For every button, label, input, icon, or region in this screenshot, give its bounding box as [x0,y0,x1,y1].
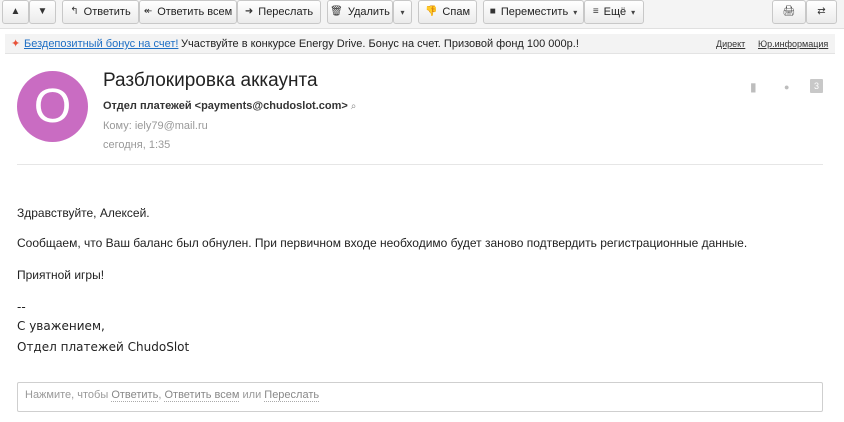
thumbs-down-icon: 👎 [424,6,438,17]
quick-forward-link[interactable]: Переслать [264,389,320,402]
sender-avatar[interactable]: О [17,71,88,142]
reply-all-button-label: Ответить всем [157,6,233,18]
signature-dept: Отдел платежей ChudoSlot [17,340,190,354]
delete-options-dropdown[interactable]: ▾ [393,0,412,24]
forward-button[interactable]: ➜ Переслать [237,0,321,24]
ad-link[interactable]: Бездепозитный бонус на счет! [24,38,178,50]
move-button-label: Переместить [500,6,569,18]
move-button[interactable]: ■ Переместить ▾ [483,0,584,24]
header-divider [17,164,823,165]
calendar-icon[interactable]: 3 [810,79,823,93]
arrow-down-icon: ▼ [37,6,48,17]
body-greeting: Здравствуйте, Алексей. [17,206,150,220]
ad-text[interactable]: Участвуйте в конкурсе Energy Drive. Бону… [181,38,579,50]
next-message-button[interactable]: ▼ [29,0,56,24]
message-date: сегодня, 1:35 [103,139,171,151]
search-icon[interactable]: ⌕ [351,101,357,112]
flame-icon: ✦ [11,38,21,50]
signature-separator: -- [17,300,26,314]
chevron-down-icon: ▾ [631,7,636,17]
sender-address[interactable]: Отдел платежей <payments@chudoslot.com> [103,100,348,112]
prev-message-button[interactable]: ▲ [2,0,29,24]
menu-lines-icon: ≡ [592,6,599,17]
more-button[interactable]: ≡ Ещё ▾ [584,0,644,24]
forward-arrow-icon: ➜ [244,6,254,17]
message-sender[interactable]: Отдел платежей <payments@chudoslot.com> ⌕ [103,100,356,112]
reply-all-icon: ↞ [143,6,153,17]
message-recipient: Кому: iely79@mail.ru [103,120,208,132]
spam-button[interactable]: 👎 Спам [418,0,477,24]
translate-icon: ⇄ [817,6,826,17]
ad-banner: ✦ Бездепозитный бонус на счет! Участвуйт… [5,34,835,54]
folder-icon: ■ [489,6,496,17]
reply-button-label: Ответить [83,6,131,18]
signature-regards: С уважением, [17,319,105,333]
body-paragraph: Сообщаем, что Ваш баланс был обнулен. Пр… [17,236,748,250]
delete-button[interactable]: 🗑 Удалить [327,0,393,24]
quick-reply-box[interactable]: Нажмите, чтобы Ответить, Ответить всем и… [17,382,823,412]
translate-button[interactable]: ⇄ [806,0,837,24]
reply-icon: ↰ [70,6,79,17]
reply-button[interactable]: ↰ Ответить [62,0,139,24]
print-button[interactable]: 🖨 [772,0,806,24]
reply-all-button[interactable]: ↞ Ответить всем [139,0,237,24]
avatar-letter: О [33,80,72,133]
quick-reply-link[interactable]: Ответить [111,389,159,402]
message-subject: Разблокировка аккаунта [103,70,318,91]
ad-direct-link[interactable]: Директ [716,39,745,49]
unread-dot-icon[interactable]: ● [784,82,789,92]
bookmark-icon[interactable]: ▮ [750,80,757,94]
reply-prompt: Нажмите, чтобы [25,389,112,401]
print-icon: 🖨 [782,6,796,17]
toolbar: ▲ ▼ ↰ Ответить ↞ Ответить всем ➜ Пересла… [0,0,844,29]
body-closing: Приятной игры! [17,268,105,282]
more-button-label: Ещё [603,6,627,18]
spam-button-label: Спам [442,6,471,18]
forward-button-label: Переслать [258,6,314,18]
trash-icon: 🗑 [330,6,343,17]
chevron-down-icon: ▾ [573,7,578,17]
arrow-up-icon: ▲ [10,6,21,17]
reply-or: или [239,389,265,401]
ad-legal-link[interactable]: Юр.информация [758,39,828,49]
delete-button-label: Удалить [347,6,390,18]
quick-reply-all-link[interactable]: Ответить всем [164,389,240,402]
chevron-down-icon: ▾ [400,7,405,17]
